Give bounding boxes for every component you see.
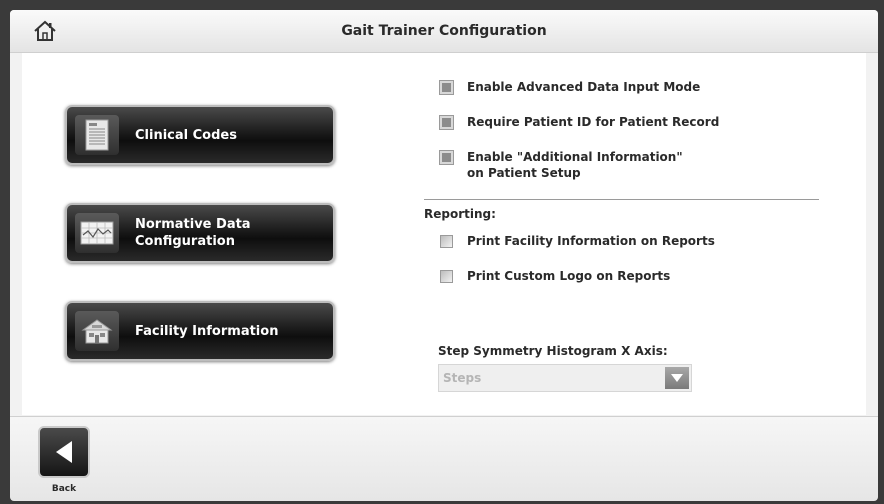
histogram-axis-select[interactable]: Steps bbox=[438, 364, 692, 392]
histogram-axis-value: Steps bbox=[443, 371, 482, 385]
normative-data-label: Normative Data Configuration bbox=[135, 217, 251, 249]
print-facility-checkbox[interactable] bbox=[440, 235, 453, 248]
footer-bar: Back bbox=[10, 416, 878, 501]
section-divider bbox=[424, 199, 819, 200]
home-icon bbox=[34, 20, 56, 41]
additional-info-label: Enable "Additional Information" on Patie… bbox=[467, 150, 683, 180]
back-label: Back bbox=[51, 484, 77, 494]
back-arrow-icon bbox=[56, 441, 72, 463]
chart-grid-icon bbox=[75, 213, 119, 253]
clinical-codes-label: Clinical Codes bbox=[135, 127, 237, 143]
home-button[interactable] bbox=[30, 16, 60, 46]
dropdown-arrow-icon[interactable] bbox=[665, 367, 689, 389]
histogram-axis-label: Step Symmetry Histogram X Axis: bbox=[438, 344, 668, 358]
require-patient-id-option[interactable]: Require Patient ID for Patient Record bbox=[439, 114, 720, 130]
advanced-input-label: Enable Advanced Data Input Mode bbox=[467, 80, 701, 94]
building-icon bbox=[75, 311, 119, 351]
print-logo-label: Print Custom Logo on Reports bbox=[467, 269, 671, 283]
print-facility-label: Print Facility Information on Reports bbox=[467, 234, 715, 248]
facility-information-label: Facility Information bbox=[135, 323, 279, 339]
advanced-input-option[interactable]: Enable Advanced Data Input Mode bbox=[439, 79, 701, 95]
print-logo-option[interactable]: Print Custom Logo on Reports bbox=[440, 268, 670, 284]
title-bar: Gait Trainer Configuration bbox=[10, 10, 878, 53]
advanced-input-checkbox[interactable] bbox=[439, 80, 454, 95]
require-patient-id-checkbox[interactable] bbox=[439, 115, 454, 130]
print-facility-option[interactable]: Print Facility Information on Reports bbox=[440, 233, 715, 249]
back-button[interactable] bbox=[38, 426, 90, 478]
reporting-heading: Reporting: bbox=[424, 207, 496, 221]
facility-information-button[interactable]: Facility Information bbox=[65, 301, 335, 361]
page-title: Gait Trainer Configuration bbox=[341, 23, 547, 39]
document-icon bbox=[75, 115, 119, 155]
normative-data-button[interactable]: Normative Data Configuration bbox=[65, 203, 335, 263]
print-logo-checkbox[interactable] bbox=[440, 270, 453, 283]
additional-info-option[interactable]: Enable "Additional Information" on Patie… bbox=[439, 149, 683, 181]
additional-info-checkbox[interactable] bbox=[439, 150, 454, 165]
require-patient-id-label: Require Patient ID for Patient Record bbox=[467, 115, 720, 129]
clinical-codes-button[interactable]: Clinical Codes bbox=[65, 105, 335, 165]
